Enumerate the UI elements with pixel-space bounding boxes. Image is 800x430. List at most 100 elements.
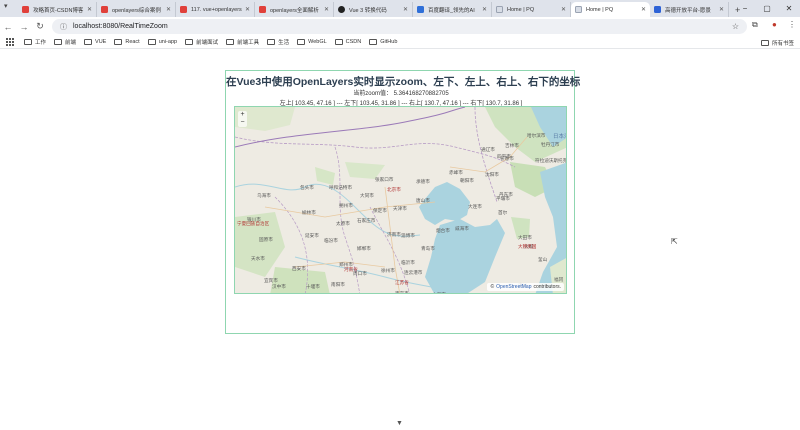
map-place-label: 符拉迪沃斯托克	[535, 158, 567, 163]
map-place-label: 青岛市	[421, 246, 435, 251]
bookmark-folder[interactable]: CSDN	[334, 38, 362, 46]
page-title: 在Vue3中使用OpenLayers实时显示zoom、左下、左上、右上、右下的坐…	[226, 76, 581, 88]
browser-tab[interactable]: Home | PQ ✕	[571, 2, 650, 17]
tab-close-icon[interactable]: ✕	[324, 6, 329, 13]
back-icon[interactable]: ←	[0, 22, 16, 32]
site-info-icon[interactable]: ⓘ	[60, 22, 67, 32]
map-place-label: 烟台市	[436, 228, 450, 233]
map-place-label: 北京市	[387, 187, 401, 192]
bookmark-folder[interactable]: React	[114, 38, 140, 46]
tab-close-icon[interactable]: ✕	[403, 6, 408, 13]
all-bookmarks[interactable]: 所有书签	[760, 39, 794, 47]
zoom-in-button[interactable]: +	[238, 111, 247, 119]
tab-close-icon[interactable]: ✕	[641, 6, 646, 13]
tab-close-icon[interactable]: ✕	[561, 6, 566, 13]
omnibox[interactable]: ⓘ localhost:8080/RealTimeZoom ☆	[52, 19, 747, 34]
extensions-icon[interactable]: ⧉	[752, 20, 758, 30]
tab-title: Home | PQ	[507, 6, 535, 13]
profile-avatar-icon[interactable]: ●	[772, 20, 777, 29]
tab-strip: 攻略首页-CSDN博客 ✕ openlayers综合案例 ✕ 117. vue+open…	[0, 0, 800, 17]
map-place-label: 吉林市	[505, 143, 519, 148]
bookmark-folder[interactable]: 前端工具	[226, 38, 259, 46]
bookmark-label: 前端面试	[196, 40, 219, 46]
tab-close-icon[interactable]: ✕	[166, 6, 171, 13]
browser-tab[interactable]: 百度翻译_领先的AI ✕	[413, 2, 492, 17]
browser-tab[interactable]: 高德开放平台-愿景 ✕	[650, 2, 729, 17]
tab-favicon-icon	[417, 6, 424, 13]
bookmark-label: VUE	[95, 39, 107, 45]
map-place-label: 日本海	[553, 134, 566, 140]
zoom-out-button[interactable]: −	[238, 119, 247, 127]
map-place-label: 汉中市	[272, 284, 286, 289]
tab-close-icon[interactable]: ✕	[87, 6, 92, 13]
folder-icon	[147, 39, 156, 45]
folder-icon	[84, 39, 93, 45]
map-place-label: 牡丹江市	[541, 142, 560, 147]
map-place-label: 大连市	[468, 204, 482, 209]
url-text[interactable]: localhost:8080/RealTimeZoom	[73, 23, 168, 30]
bookmark-label: CSDN	[345, 39, 362, 45]
folder-icon	[114, 39, 123, 45]
bookmark-folder[interactable]: 前端	[54, 38, 76, 46]
map-place-label: 朔州市	[339, 203, 353, 208]
map-attribution: © OpenStreetMap contributors.	[487, 283, 564, 291]
bookmark-folder[interactable]: 生活	[267, 38, 289, 46]
browser-tab[interactable]: openlayers综合案例 ✕	[97, 2, 176, 17]
map-place-label: 银川市	[247, 217, 261, 222]
map-place-label: 首尔	[498, 210, 508, 215]
bookmark-list: 工作 前端 VUE React uni-app 前端面试 前端工具 生活 WebGL CSDN Gi…	[24, 38, 405, 46]
map-place-label: 徐州市	[381, 268, 395, 273]
browser-tab[interactable]: Home | PQ ✕	[492, 2, 571, 17]
map-place-label: 淄博市	[401, 233, 415, 238]
map-place-label: 沈阳市	[485, 172, 499, 177]
scroll-down-icon[interactable]: ▼	[396, 420, 403, 427]
map-place-label: 十堰市	[306, 284, 320, 289]
bookmark-label: 生活	[278, 40, 290, 46]
attribution-link[interactable]: OpenStreetMap	[496, 284, 531, 290]
bookmark-folder[interactable]: GitHub	[369, 38, 397, 46]
map-place-label: 西安市	[292, 266, 306, 271]
close-window-icon[interactable]: ✕	[778, 4, 800, 13]
tab-close-icon[interactable]: ✕	[482, 6, 487, 13]
bookmark-folder[interactable]: 前端面试	[185, 38, 218, 46]
zoom-readout: 当前zoom值： 5.364168270882705	[353, 91, 449, 97]
browser-tab[interactable]: 攻略首页-CSDN博客 ✕	[18, 2, 97, 17]
map-viewport[interactable]: + − 哈尔滨市 通辽市 长春市 四平市 赤峰市 沈阳市 朝阳市 张家口市 承德市 大同市 北京市天…	[234, 106, 567, 294]
tab-title: Home | PQ	[586, 6, 614, 13]
tab-search-icon[interactable]: ▾	[4, 2, 8, 10]
tab-favicon-icon	[180, 6, 187, 13]
tab-favicon-icon	[259, 6, 266, 13]
minimize-icon[interactable]: −	[734, 4, 756, 13]
map-place-label: 朝阳市	[460, 178, 474, 183]
browser-menu-icon[interactable]: ⋮	[788, 20, 796, 29]
folder-icon	[54, 39, 63, 45]
map-place-label: 大同市	[360, 193, 374, 198]
tab-close-icon[interactable]: ✕	[245, 6, 250, 13]
folder-icon	[369, 39, 378, 45]
folder-icon	[760, 40, 769, 46]
browser-tab[interactable]: Vue 3 转换代码 ✕	[334, 2, 413, 17]
reload-icon[interactable]: ↻	[32, 21, 48, 32]
tab-title: 117. vue+openlayers	[191, 6, 242, 13]
map-place-label: 釜山	[538, 257, 548, 262]
bookmark-label: 前端工具	[237, 40, 260, 46]
bookmark-folder[interactable]: VUE	[84, 38, 106, 46]
tab-close-icon[interactable]: ✕	[719, 6, 724, 13]
all-bookmarks-label: 所有书签	[771, 41, 794, 47]
map-place-label: 张家口市	[375, 177, 394, 182]
map-place-label: 包头市	[300, 185, 314, 190]
maximize-icon[interactable]: ▢	[756, 4, 778, 13]
map-place-label: 南京市	[395, 291, 409, 294]
bookmark-star-icon[interactable]: ☆	[732, 22, 739, 31]
apps-grid-icon[interactable]	[6, 38, 14, 46]
tab-title: 百度翻译_领先的AI	[428, 7, 475, 14]
bookmark-folder[interactable]: uni-app	[147, 38, 177, 46]
bookmark-folder[interactable]: WebGL	[297, 38, 327, 46]
forward-icon[interactable]: →	[16, 22, 32, 32]
bookmark-label: React	[125, 39, 140, 45]
browser-tab[interactable]: 117. vue+openlayers ✕	[176, 2, 255, 17]
bookmark-folder[interactable]: 工作	[24, 38, 46, 46]
folder-icon	[297, 39, 306, 45]
mouse-cursor-icon: ⇱	[671, 237, 678, 246]
browser-tab[interactable]: openlayers全面解析 ✕	[255, 2, 334, 17]
